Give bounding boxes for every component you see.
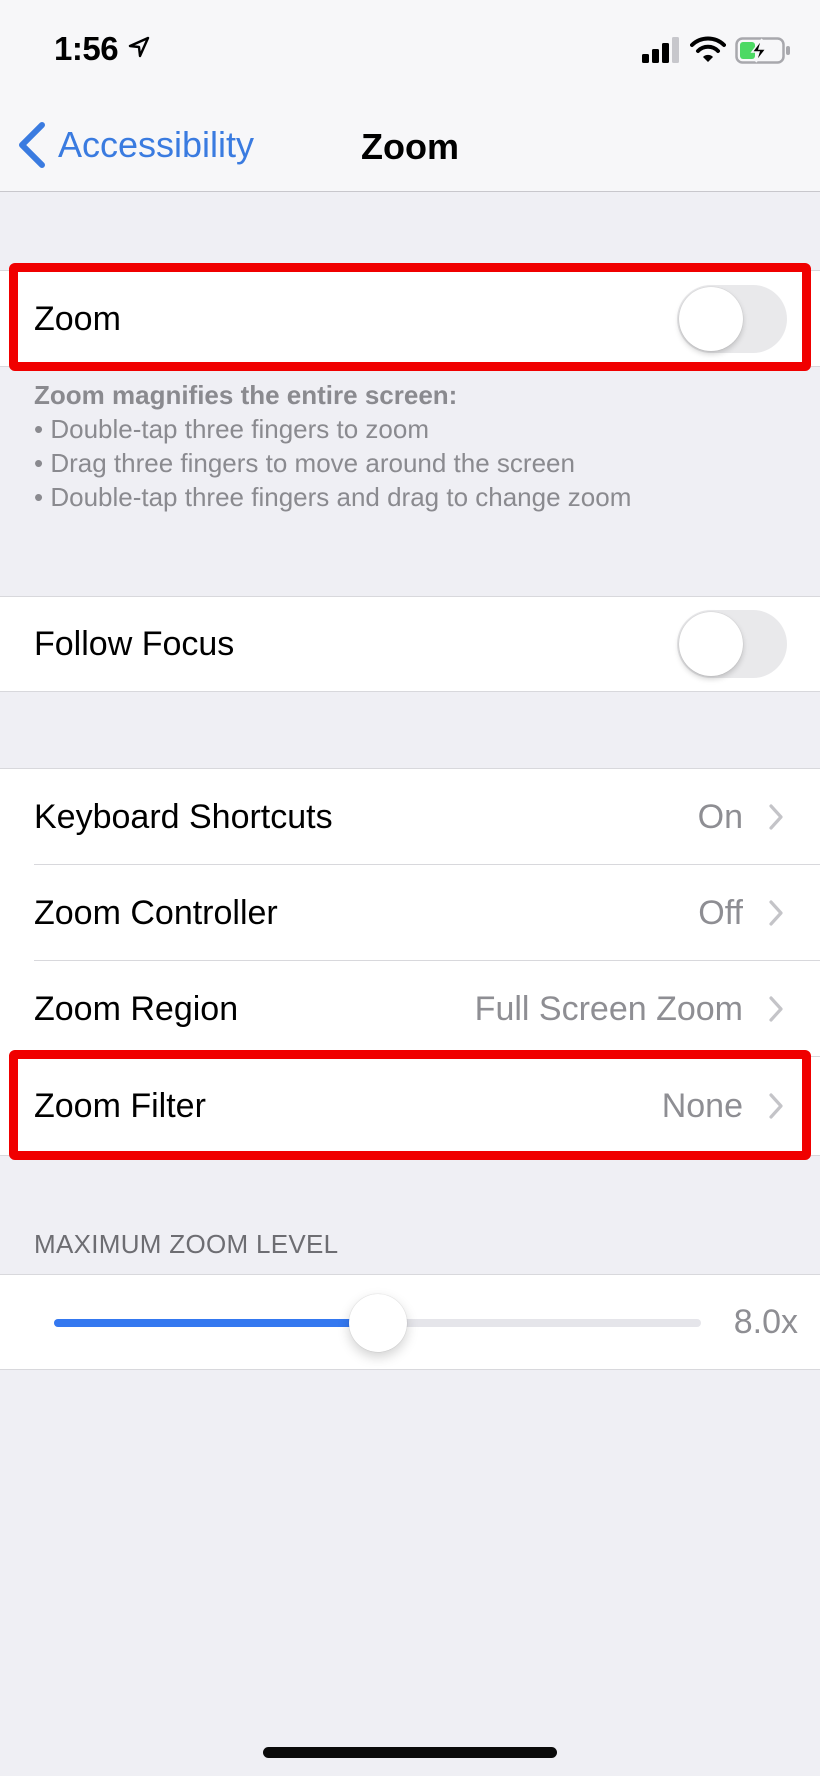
- follow-focus-label: Follow Focus: [34, 624, 235, 663]
- back-button[interactable]: Accessibility: [14, 120, 254, 170]
- slider-thumb[interactable]: [348, 1294, 407, 1352]
- row-value: None: [661, 1086, 743, 1125]
- zoom-row: Zoom: [0, 271, 820, 367]
- zoom-controller-row[interactable]: Zoom Controller Off: [0, 865, 820, 961]
- zoom-toggle[interactable]: [677, 285, 787, 353]
- toggle-knob: [679, 612, 743, 676]
- home-indicator[interactable]: [263, 1747, 557, 1758]
- row-label: Zoom Controller: [34, 893, 278, 932]
- zoom-filter-row[interactable]: Zoom Filter None: [0, 1057, 820, 1155]
- zoom-level-value: 8.0x: [733, 1303, 798, 1341]
- zoom-region-row[interactable]: Zoom Region Full Screen Zoom: [0, 961, 820, 1057]
- navigation-bar: Zoom Accessibility: [0, 90, 820, 192]
- row-label: Keyboard Shortcuts: [34, 797, 333, 836]
- follow-focus-toggle[interactable]: [677, 610, 787, 678]
- row-value: On: [697, 797, 743, 836]
- wifi-icon: [690, 36, 726, 62]
- maximum-zoom-level-group: 8.0x: [0, 1274, 820, 1370]
- chevron-left-icon: [19, 122, 45, 168]
- follow-focus-row: Follow Focus: [0, 597, 820, 691]
- zoom-description-title: Zoom magnifies the entire screen:: [34, 380, 458, 410]
- chevron-right-icon: [769, 900, 783, 926]
- chevron-right-icon: [769, 1093, 783, 1119]
- zoom-toggle-group: Zoom: [0, 270, 820, 367]
- cellular-signal-icon: [642, 37, 679, 63]
- zoom-description-bullet: • Double-tap three fingers and drag to c…: [34, 482, 632, 512]
- zoom-options-group: Keyboard Shortcuts On Zoom Controller Of…: [0, 768, 820, 1156]
- toggle-knob: [679, 287, 743, 351]
- slider-fill: [54, 1319, 378, 1327]
- row-value: Full Screen Zoom: [474, 989, 743, 1028]
- zoom-description: Zoom magnifies the entire screen: • Doub…: [34, 378, 631, 514]
- back-button-label: Accessibility: [58, 124, 255, 165]
- status-bar: 1:56: [0, 0, 820, 90]
- battery-charging-icon: [735, 37, 790, 64]
- zoom-description-bullet: • Drag three fingers to move around the …: [34, 448, 575, 478]
- row-label: Zoom Region: [34, 989, 239, 1028]
- zoom-level-slider[interactable]: [54, 1294, 701, 1352]
- status-time: 1:56: [54, 30, 119, 67]
- row-value: Off: [698, 893, 743, 932]
- zoom-label: Zoom: [34, 299, 121, 338]
- row-label: Zoom Filter: [34, 1086, 206, 1125]
- chevron-right-icon: [769, 804, 783, 830]
- keyboard-shortcuts-row[interactable]: Keyboard Shortcuts On: [0, 769, 820, 865]
- maximum-zoom-level-header: MAXIMUM ZOOM LEVEL: [34, 1229, 339, 1259]
- location-arrow-icon: [128, 36, 150, 58]
- zoom-description-bullet: • Double-tap three fingers to zoom: [34, 414, 429, 444]
- chevron-right-icon: [769, 996, 783, 1022]
- follow-focus-group: Follow Focus: [0, 596, 820, 692]
- page-title-text: Zoom: [361, 126, 459, 167]
